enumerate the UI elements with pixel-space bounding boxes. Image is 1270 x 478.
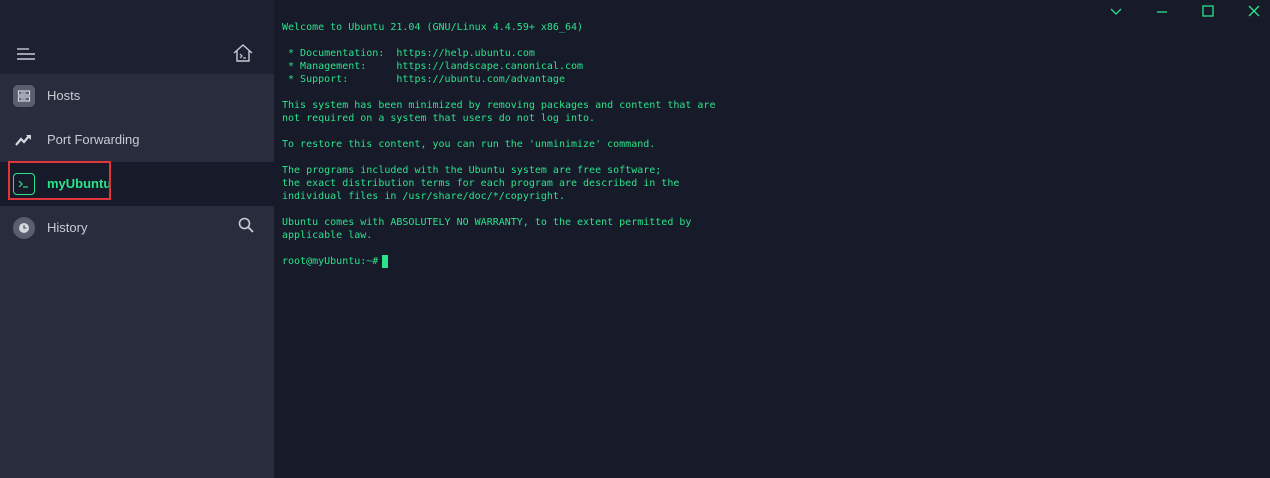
terminal-line: * Documentation: https://help.ubuntu.com: [282, 48, 535, 59]
terminal-icon: [13, 173, 35, 195]
terminal-line: The programs included with the Ubuntu sy…: [282, 165, 662, 176]
sidebar-item-myubuntu[interactable]: myUbuntu: [0, 162, 274, 206]
terminal-line: the exact distribution terms for each pr…: [282, 178, 680, 189]
terminal-line: To restore this content, you can run the…: [282, 139, 656, 150]
sidebar-item-label: Hosts: [47, 88, 81, 103]
app-window: Hosts Port Forwarding myUbuntu History W…: [0, 0, 1270, 478]
chevron-down-icon[interactable]: [1107, 2, 1125, 20]
terminal-output: Welcome to Ubuntu 21.04 (GNU/Linux 4.4.5…: [282, 21, 715, 242]
terminal-line: * Support: https://ubuntu.com/advantage: [282, 74, 565, 85]
maximize-icon[interactable]: [1199, 2, 1217, 20]
terminal-line: applicable law.: [282, 230, 373, 241]
menu-icon[interactable]: [16, 46, 36, 62]
minimize-icon[interactable]: [1153, 2, 1171, 20]
terminal-line: not required on a system that users do n…: [282, 113, 596, 124]
terminal-pane[interactable]: Welcome to Ubuntu 21.04 (GNU/Linux 4.4.5…: [274, 0, 1270, 478]
port-forward-icon: [13, 129, 35, 151]
sidebar-item-label: Port Forwarding: [47, 132, 140, 147]
sidebar-item-label: History: [47, 220, 88, 235]
terminal-line: * Management: https://landscape.canonica…: [282, 61, 584, 72]
terminal-line: Ubuntu comes with ABSOLUTELY NO WARRANTY…: [282, 217, 692, 228]
home-icon[interactable]: [232, 42, 254, 64]
clock-icon: [13, 217, 35, 239]
sidebar-item-hosts[interactable]: Hosts: [0, 74, 274, 118]
close-icon[interactable]: [1245, 2, 1263, 20]
sidebar-header: [0, 0, 274, 74]
terminal-prompt: root@myUbuntu:~#: [282, 256, 379, 267]
terminal-cursor: [382, 255, 389, 268]
terminal-line: Welcome to Ubuntu 21.04 (GNU/Linux 4.4.5…: [282, 22, 584, 33]
terminal-line: This system has been minimized by removi…: [282, 100, 716, 111]
terminal-prompt-line[interactable]: root@myUbuntu:~#: [282, 255, 389, 268]
search-icon[interactable]: [238, 217, 254, 233]
terminal-line: individual files in /usr/share/doc/*/cop…: [282, 191, 565, 202]
sidebar-item-label: myUbuntu: [47, 176, 112, 191]
sidebar-item-history[interactable]: History: [0, 206, 274, 250]
server-icon: [13, 85, 35, 107]
sidebar-item-port-forwarding[interactable]: Port Forwarding: [0, 118, 274, 162]
sidebar: Hosts Port Forwarding myUbuntu History: [0, 0, 274, 478]
